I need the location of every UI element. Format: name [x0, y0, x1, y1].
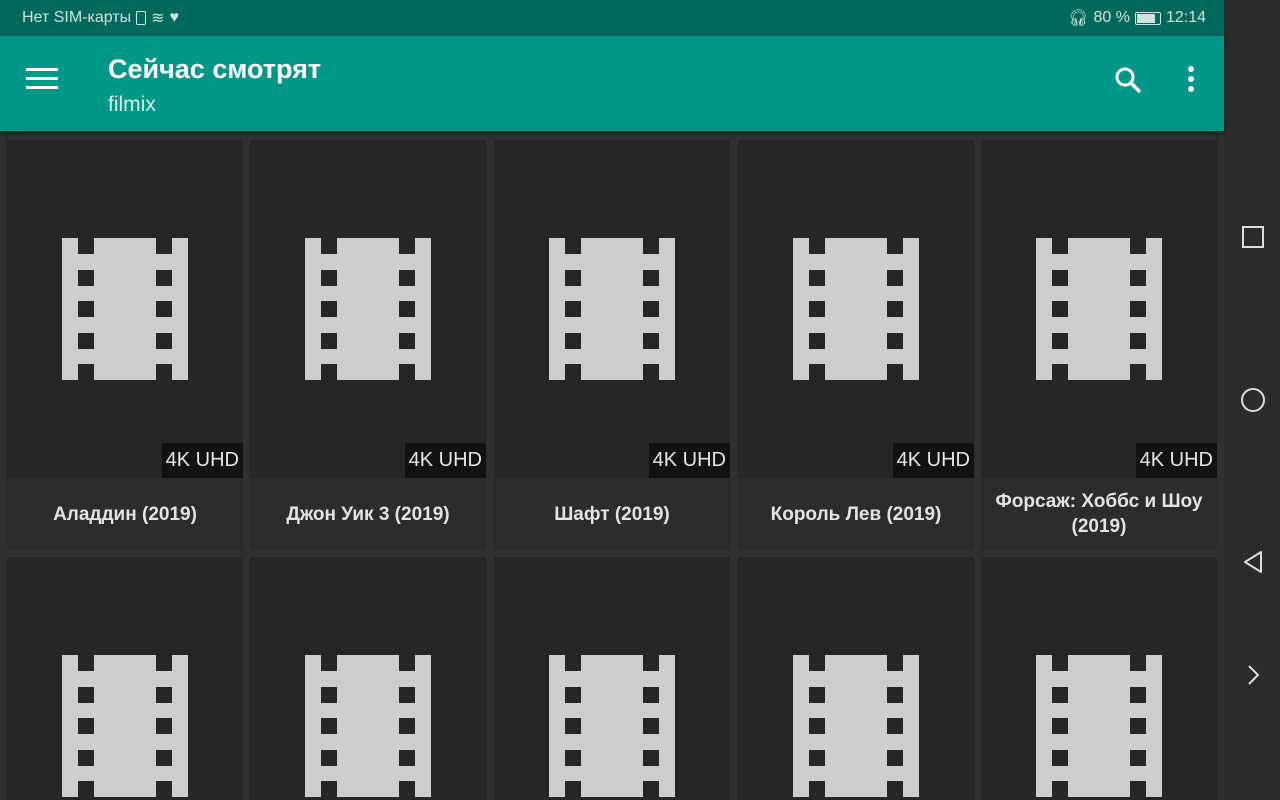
movie-card[interactable]: 4K UHD Форсаж: Хоббс и Шоу (2019) [981, 140, 1217, 550]
movie-card[interactable] [738, 557, 974, 800]
menu-icon[interactable] [26, 68, 58, 92]
movie-card[interactable]: 4K UHD Джон Уик 3 (2019) [250, 140, 486, 550]
quality-badge: 4K UHD [161, 443, 243, 478]
carrier-text: Нет SIM-карты [22, 9, 132, 26]
quality-badge: 4K UHD [1135, 443, 1217, 478]
movie-poster[interactable] [250, 557, 486, 800]
movie-poster[interactable]: 4K UHD [738, 140, 974, 478]
movie-title[interactable]: Шафт (2019) [494, 478, 730, 550]
movie-card[interactable] [250, 557, 486, 800]
movie-title[interactable]: Джон Уик 3 (2019) [250, 478, 486, 550]
movie-poster[interactable] [981, 557, 1217, 800]
movie-card[interactable]: 4K UHD Аладдин (2019) [7, 140, 243, 550]
movie-card[interactable] [494, 557, 730, 800]
expand-icon[interactable] [1240, 662, 1266, 688]
movie-poster[interactable]: 4K UHD [250, 140, 486, 478]
wifi-icon: ≋ [151, 10, 165, 27]
heart-icon: ♥ [169, 9, 180, 26]
battery-percent: 80 % [1093, 9, 1130, 26]
movie-card[interactable] [7, 557, 243, 800]
movie-card[interactable]: 4K UHD Шафт (2019) [494, 140, 730, 550]
more-options-icon[interactable] [1180, 64, 1202, 96]
headphones-icon: 🎧︎ [1068, 10, 1089, 27]
movie-poster[interactable] [738, 557, 974, 800]
movie-poster[interactable]: 4K UHD [981, 140, 1217, 478]
movie-title[interactable]: Король Лев (2019) [738, 478, 974, 550]
battery-icon [1134, 11, 1161, 25]
home-icon[interactable] [1240, 387, 1266, 413]
quality-badge: 4K UHD [648, 443, 730, 478]
movie-grid: 4K UHD Аладдин (2019) 4K UHD Джон Уик 3 (20… [0, 131, 1224, 800]
status-bar: Нет SIM-карты ≋ ♥ 🎧︎ 80 % 12:14 [0, 0, 1224, 36]
back-icon[interactable] [1240, 549, 1266, 575]
app-toolbar: Сейчас смотрят filmix [0, 36, 1224, 131]
quality-badge: 4K UHD [404, 443, 486, 478]
movie-card[interactable] [981, 557, 1217, 800]
search-icon[interactable] [1112, 64, 1144, 96]
recents-icon[interactable] [1240, 224, 1266, 250]
quality-badge: 4K UHD [892, 443, 974, 478]
movie-poster[interactable] [494, 557, 730, 800]
sim-icon [136, 11, 147, 25]
movie-card[interactable]: 4K UHD Король Лев (2019) [738, 140, 974, 550]
movie-poster[interactable]: 4K UHD [7, 140, 243, 478]
page-title: Сейчас смотрят [108, 54, 322, 84]
movie-poster[interactable] [7, 557, 243, 800]
page-subtitle: filmix [108, 93, 156, 116]
movie-poster[interactable]: 4K UHD [494, 140, 730, 478]
movie-title[interactable]: Форсаж: Хоббс и Шоу (2019) [981, 478, 1217, 550]
navigation-bar [1224, 0, 1280, 800]
clock: 12:14 [1165, 9, 1206, 26]
movie-title[interactable]: Аладдин (2019) [7, 478, 243, 550]
